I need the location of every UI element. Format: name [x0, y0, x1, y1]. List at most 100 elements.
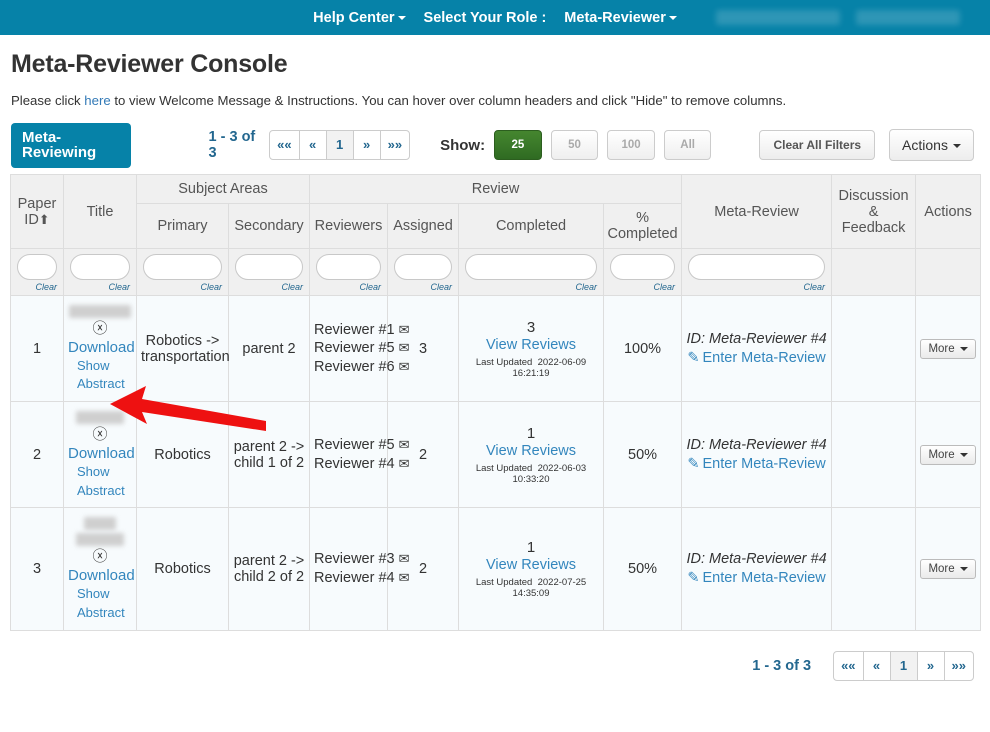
cell-pct-completed: 50%	[603, 401, 683, 509]
enter-meta-review-link[interactable]: ✎ Enter Meta-Review	[686, 570, 827, 586]
group-header-review[interactable]: Review	[309, 174, 683, 204]
download-icon: ⓧ	[92, 426, 108, 444]
filter-clear-paper-id[interactable]: Clear	[17, 282, 57, 292]
cell-title: ⓧ Download Show Abstract	[63, 401, 137, 509]
clear-all-filters-button[interactable]: Clear All Filters	[759, 130, 876, 160]
chevron-down-icon	[959, 346, 968, 351]
col-header-actions[interactable]: Actions	[915, 174, 982, 249]
view-reviews-link[interactable]: View Reviews	[463, 557, 599, 573]
pager-prev-button[interactable]: «	[298, 130, 327, 160]
col-header-assigned[interactable]: Assigned	[387, 203, 460, 249]
show-abstract-link-line2[interactable]: Abstract	[68, 482, 132, 501]
cell-secondary-subject: parent 2	[227, 294, 311, 403]
view-reviews-link[interactable]: View Reviews	[463, 443, 599, 459]
filter-input-completed[interactable]	[465, 254, 598, 280]
filter-clear-primary[interactable]: Clear	[143, 282, 222, 292]
col-header-reviewers[interactable]: Reviewers	[309, 203, 389, 249]
col-header-meta-review[interactable]: Meta-Review	[681, 174, 833, 249]
page-size-all-button[interactable]: All	[663, 130, 712, 160]
nav-redacted-item-2[interactable]	[856, 10, 960, 25]
col-header-completed[interactable]: Completed	[458, 203, 605, 249]
tab-meta-reviewing[interactable]: Meta-Reviewing	[11, 122, 131, 168]
filter-input-secondary[interactable]	[235, 254, 304, 280]
group-header-subject-areas[interactable]: Subject Areas	[135, 174, 311, 204]
more-dropdown-button[interactable]: More	[920, 444, 976, 465]
pager-page-1-button[interactable]: 1	[889, 650, 918, 681]
envelope-icon[interactable]: ✉	[399, 437, 410, 452]
enter-meta-review-link[interactable]: ✎ Enter Meta-Review	[686, 456, 827, 472]
pager-last-button[interactable]: »»	[943, 650, 974, 681]
pager-prev-button[interactable]: «	[862, 650, 891, 681]
reviewer-name: Reviewer #6	[314, 358, 395, 375]
download-link[interactable]: Download	[68, 445, 135, 463]
nav-item-meta-reviewer[interactable]: Meta-Reviewer	[564, 10, 677, 26]
download-link[interactable]: Download	[68, 339, 135, 357]
envelope-icon[interactable]: ✉	[399, 340, 410, 355]
envelope-icon[interactable]: ✉	[399, 551, 410, 566]
title-redacted	[76, 533, 124, 547]
pager-first-button[interactable]: ««	[833, 650, 864, 681]
show-abstract-link-line1[interactable]: Show	[68, 585, 132, 604]
pager-last-button[interactable]: »»	[379, 130, 411, 160]
filter-clear-completed[interactable]: Clear	[465, 282, 598, 292]
filter-input-reviewers[interactable]	[316, 254, 382, 280]
reviewer-entry: Reviewer #6 ✉	[314, 358, 410, 377]
table-row: 2 ⓧ Download Show Abstract Robotics pare…	[10, 401, 982, 509]
filter-input-paper-id[interactable]	[17, 254, 57, 280]
pager-next-button[interactable]: »	[352, 130, 381, 160]
enter-meta-review-label: Enter Meta-Review	[702, 350, 826, 367]
filter-clear-title[interactable]: Clear	[70, 282, 130, 292]
filter-input-primary[interactable]	[143, 254, 222, 280]
envelope-icon[interactable]: ✉	[399, 570, 410, 585]
filter-input-meta-review[interactable]	[688, 254, 826, 280]
pager-page-1-button[interactable]: 1	[325, 130, 354, 160]
more-dropdown-button[interactable]: More	[920, 338, 976, 359]
enter-meta-review-link[interactable]: ✎ Enter Meta-Review	[686, 350, 827, 366]
col-header-pct-completed[interactable]: % Completed	[603, 203, 683, 249]
top-pagination: «« « 1 » »»	[269, 130, 411, 160]
pager-first-button[interactable]: ««	[269, 130, 300, 160]
nav-redacted-item-1[interactable]	[716, 10, 840, 25]
download-link[interactable]: Download	[68, 567, 135, 585]
page-size-100-button[interactable]: 100	[607, 130, 655, 160]
envelope-icon[interactable]: ✉	[399, 456, 410, 471]
filter-clear-reviewers[interactable]: Clear	[316, 282, 382, 292]
cell-paper-id: 1	[10, 294, 64, 403]
filter-clear-pct-completed[interactable]: Clear	[610, 282, 676, 292]
col-header-secondary[interactable]: Secondary	[227, 203, 311, 249]
show-abstract-link-line2[interactable]: Abstract	[68, 604, 132, 623]
filter-clear-secondary[interactable]: Clear	[235, 282, 304, 292]
page-size-50-button[interactable]: 50	[550, 130, 599, 160]
nav-item-help-center[interactable]: Help Center	[313, 10, 406, 26]
col-header-title[interactable]: Title	[63, 174, 137, 249]
show-abstract-link-line1[interactable]: Show	[68, 463, 132, 482]
show-abstract-link-line1[interactable]: Show	[68, 357, 132, 376]
filter-input-title[interactable]	[70, 254, 130, 280]
envelope-icon[interactable]: ✉	[399, 359, 410, 374]
col-header-primary[interactable]: Primary	[136, 203, 229, 249]
col-header-paper-id[interactable]: Paper ID⬆	[10, 174, 64, 249]
filter-input-pct-completed[interactable]	[610, 254, 676, 280]
cell-actions: More	[915, 294, 982, 403]
more-dropdown-label: More	[928, 342, 955, 355]
show-abstract-link-line2[interactable]: Abstract	[68, 375, 132, 394]
cell-reviewers: Reviewer #5 ✉ Reviewer #4 ✉	[309, 401, 410, 509]
envelope-icon[interactable]: ✉	[399, 322, 410, 337]
enter-meta-review-label: Enter Meta-Review	[702, 570, 826, 587]
welcome-message-link[interactable]: here	[84, 93, 110, 108]
col-header-discussion-feedback[interactable]: Discussion & Feedback	[831, 174, 917, 249]
actions-dropdown-button[interactable]: Actions	[889, 129, 974, 161]
view-reviews-link[interactable]: View Reviews	[463, 337, 599, 353]
nav-item-meta-reviewer-label: Meta-Reviewer	[564, 9, 666, 26]
reviewer-name: Reviewer #5	[314, 437, 395, 454]
top-range-label: 1 - 3 of 3	[208, 129, 256, 161]
more-dropdown-button[interactable]: More	[920, 558, 976, 579]
cell-meta-review: ID: Meta-Reviewer #4 ✎ Enter Meta-Review	[681, 294, 833, 403]
filter-input-assigned[interactable]	[394, 254, 453, 280]
filter-clear-meta-review[interactable]: Clear	[688, 282, 826, 292]
page-size-25-button[interactable]: 25	[494, 130, 542, 160]
reviewer-entry: Reviewer #3 ✉	[314, 550, 410, 569]
filter-clear-assigned[interactable]: Clear	[394, 282, 453, 292]
meta-reviewer-id: ID: Meta-Reviewer #4	[686, 331, 827, 348]
pager-next-button[interactable]: »	[916, 650, 945, 681]
